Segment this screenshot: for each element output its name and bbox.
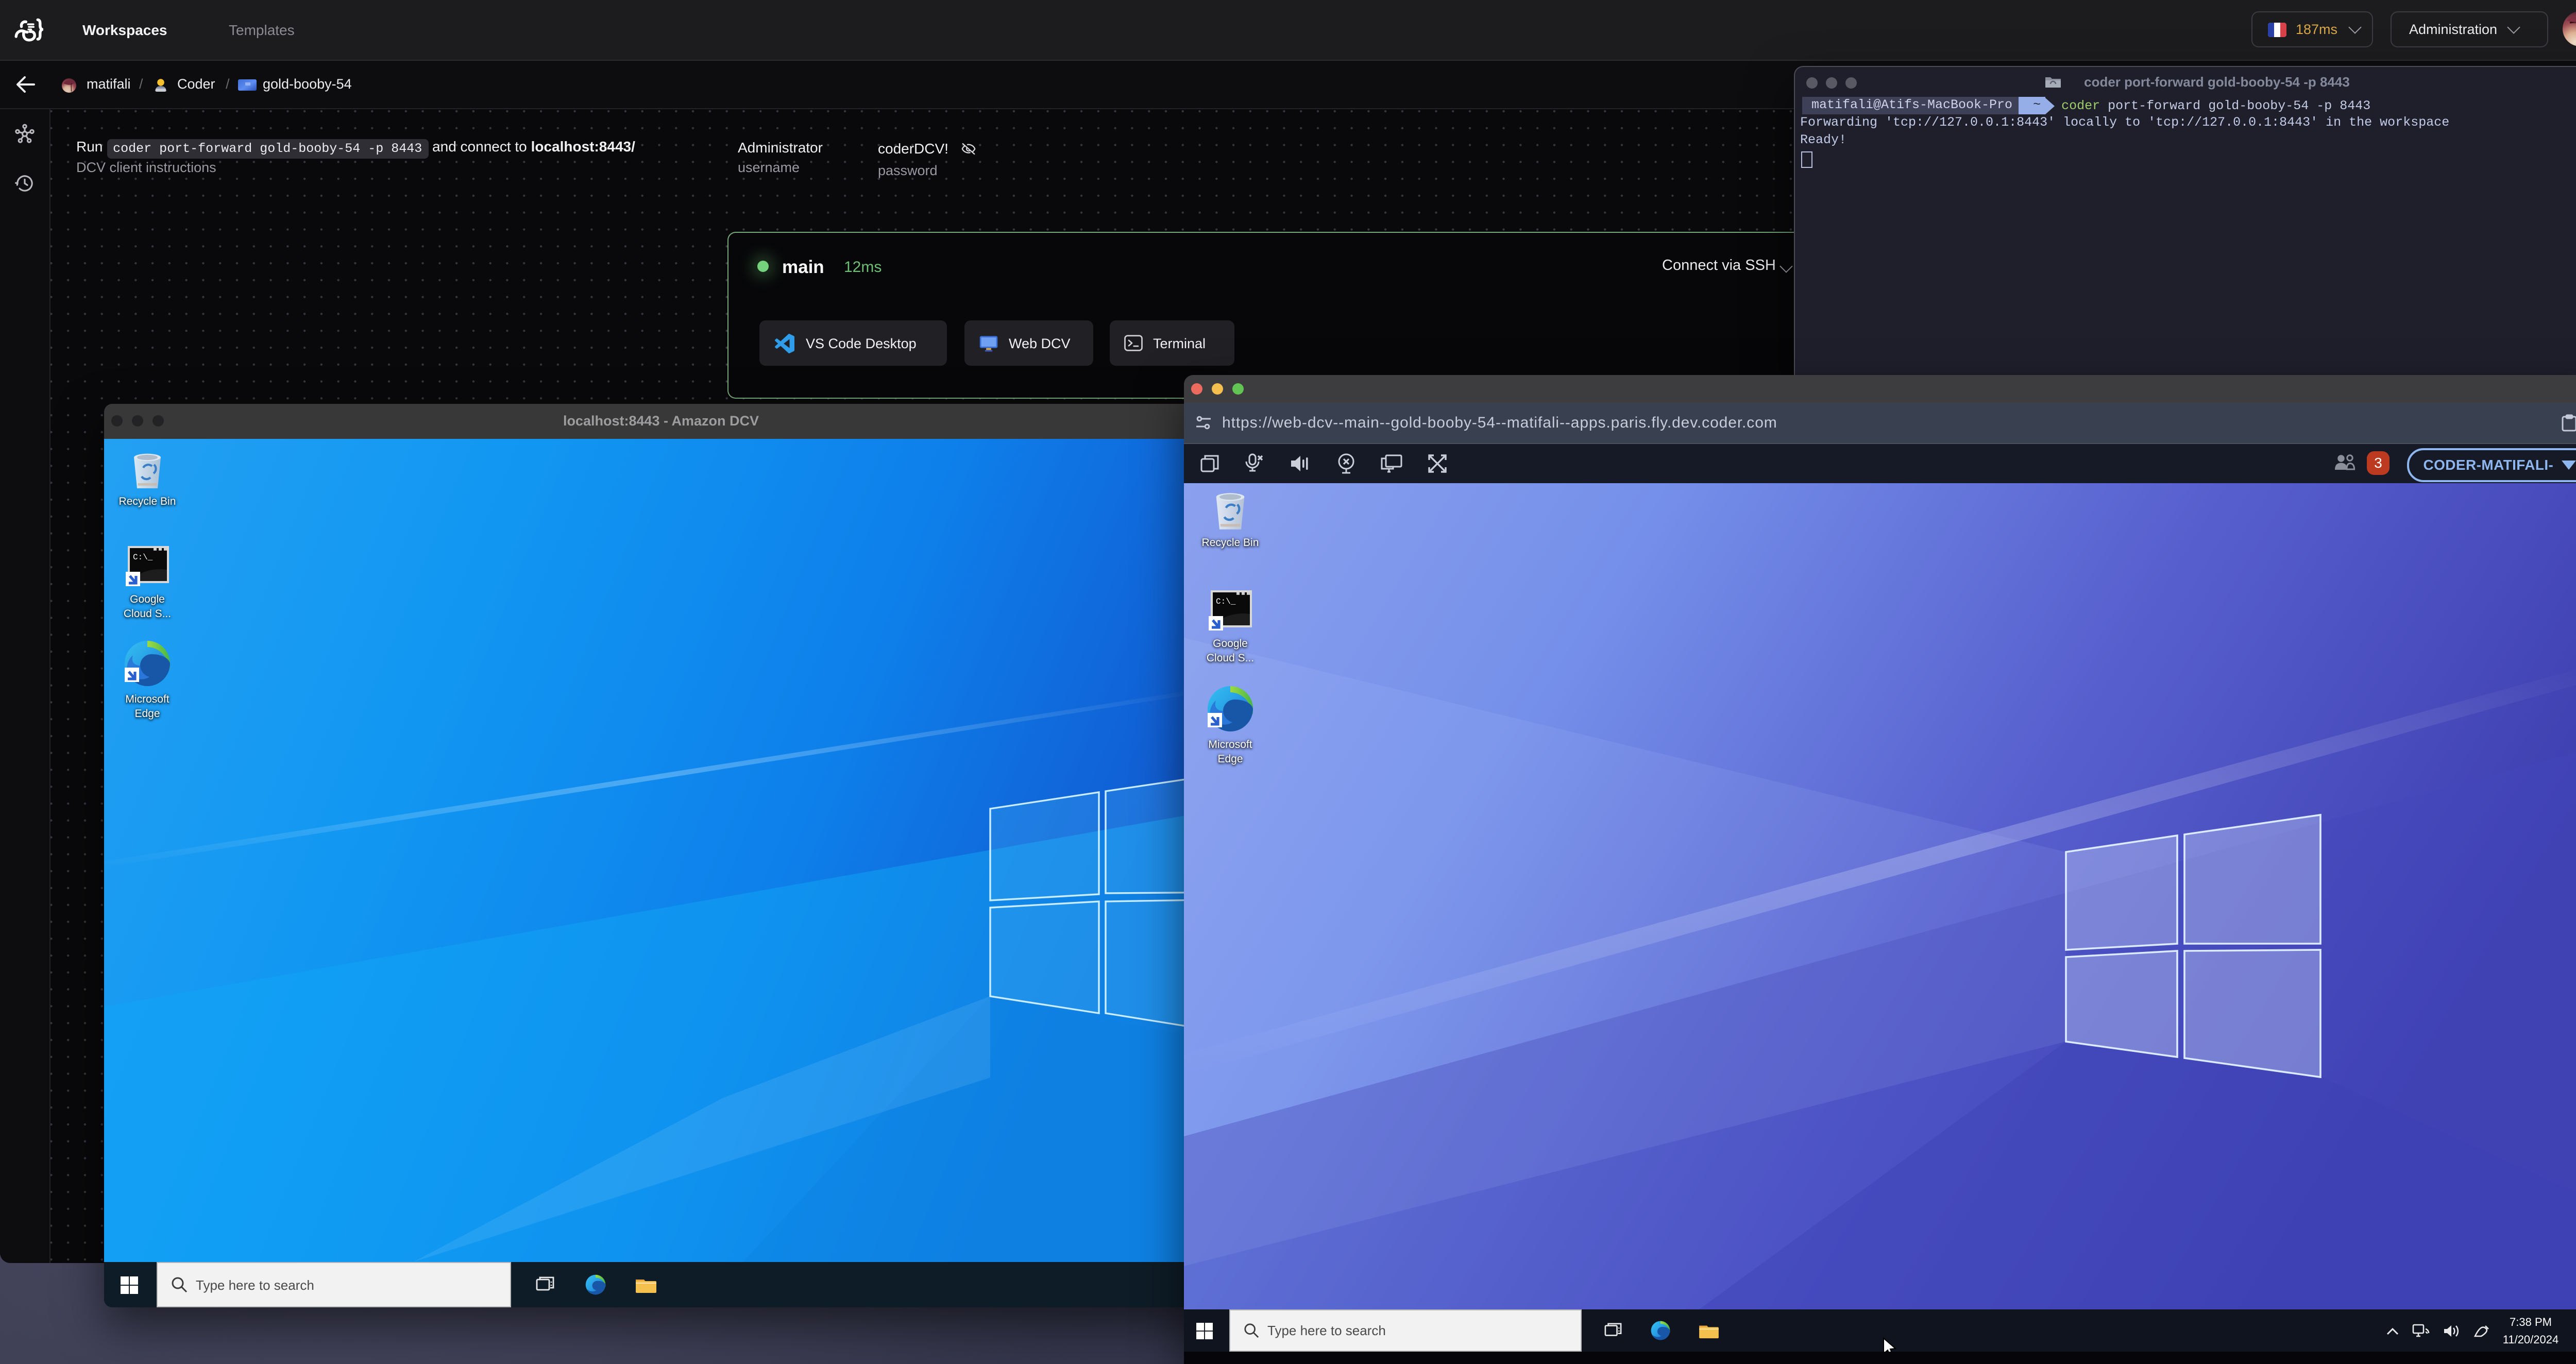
svg-text:C:\_: C:\_ [132,553,152,562]
svg-text:C:\_: C:\_ [1215,597,1235,606]
